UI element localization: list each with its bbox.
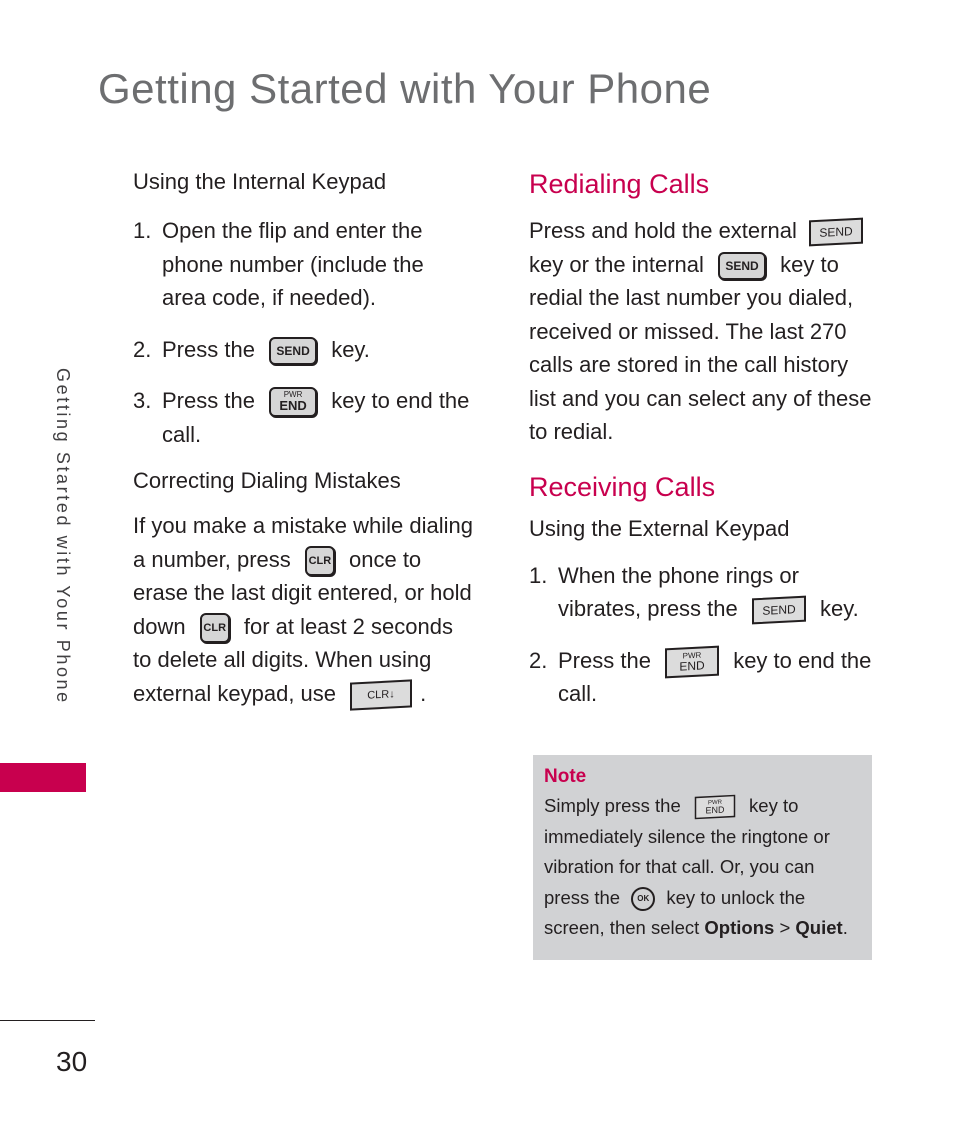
- note-text-part: .: [842, 917, 848, 938]
- step-text: key.: [820, 596, 859, 621]
- clr-key-icon: CLR: [304, 545, 335, 576]
- internal-keypad-heading: Using the Internal Keypad: [133, 169, 387, 194]
- external-clr-key-icon: CLR↓: [350, 679, 413, 711]
- external-keypad-heading: Using the External Keypad: [529, 515, 790, 541]
- step-item: 2. Press the SEND key.: [133, 333, 473, 367]
- redialing-heading: Redialing Calls: [529, 169, 710, 199]
- note-text: Simply press the PWR END key to immediat…: [544, 791, 862, 943]
- paragraph-text: If you make a mistake while dialing a nu…: [133, 513, 473, 572]
- note-box: Note Simply press the PWR END key to imm…: [533, 755, 872, 960]
- side-tab-label: Getting Started with Your Phone: [53, 368, 73, 705]
- step-number: 2.: [133, 336, 152, 362]
- external-end-key-icon: PWR END: [665, 645, 720, 679]
- step-text: Press the: [558, 647, 651, 673]
- step-text: Press the: [162, 336, 255, 362]
- side-tab-marker: [0, 763, 86, 792]
- step-text: Open the flip and enter the phone number…: [162, 218, 424, 310]
- step-number: 3.: [133, 388, 152, 413]
- note-title: Note: [544, 766, 587, 787]
- correcting-heading: Correcting Dialing Mistakes: [133, 468, 401, 493]
- step-item: 3. Press the PWR END key to end the call…: [133, 384, 473, 451]
- ok-key-icon: OK: [631, 886, 656, 911]
- right-column: Redialing Calls Press and hold the exter…: [529, 164, 879, 711]
- paragraph-text: key to redial the last number you dialed…: [529, 251, 872, 445]
- page-number: 30: [56, 1046, 88, 1077]
- external-send-key-icon: SEND: [808, 217, 863, 247]
- clr-key-icon: CLR: [199, 612, 230, 643]
- paragraph-text: Press and hold the external: [529, 218, 797, 243]
- quiet-menu-label: Quiet: [795, 917, 843, 938]
- step-item: 1. When the phone rings or vibrates, pre…: [529, 559, 879, 626]
- send-key-icon: SEND: [718, 251, 766, 280]
- step-item: 2. Press the PWR END key to end the call…: [529, 644, 879, 711]
- paragraph-text: .: [420, 680, 427, 706]
- step-item: 1. Open the flip and enter the phone num…: [133, 214, 473, 315]
- step-number: 1.: [529, 562, 548, 588]
- options-menu-label: Options: [704, 917, 775, 938]
- step-text: Press the: [162, 388, 255, 413]
- paragraph-text: key or the internal: [529, 251, 704, 277]
- step-number: 1.: [133, 218, 152, 243]
- page-title: Getting Started with Your Phone: [98, 65, 712, 112]
- correcting-paragraph: If you make a mistake while dialing a nu…: [133, 509, 473, 711]
- external-end-key-icon: PWR END: [694, 794, 736, 820]
- menu-separator: >: [774, 917, 796, 938]
- end-label: END: [705, 803, 725, 816]
- send-key-icon: SEND: [269, 336, 318, 365]
- end-key-icon: PWR END: [269, 387, 318, 418]
- step-text: key.: [331, 336, 370, 362]
- external-send-key-icon: SEND: [751, 595, 806, 625]
- note-text-part: Simply press the: [544, 795, 681, 816]
- end-label: END: [679, 657, 705, 673]
- left-column: Using the Internal Keypad 1. Open the fl…: [133, 164, 473, 711]
- step-number: 2.: [529, 647, 548, 673]
- redialing-paragraph: Press and hold the external SEND key or …: [529, 214, 879, 449]
- receiving-heading: Receiving Calls: [529, 471, 716, 502]
- end-label: END: [279, 398, 307, 414]
- footer-rule: [0, 1020, 95, 1021]
